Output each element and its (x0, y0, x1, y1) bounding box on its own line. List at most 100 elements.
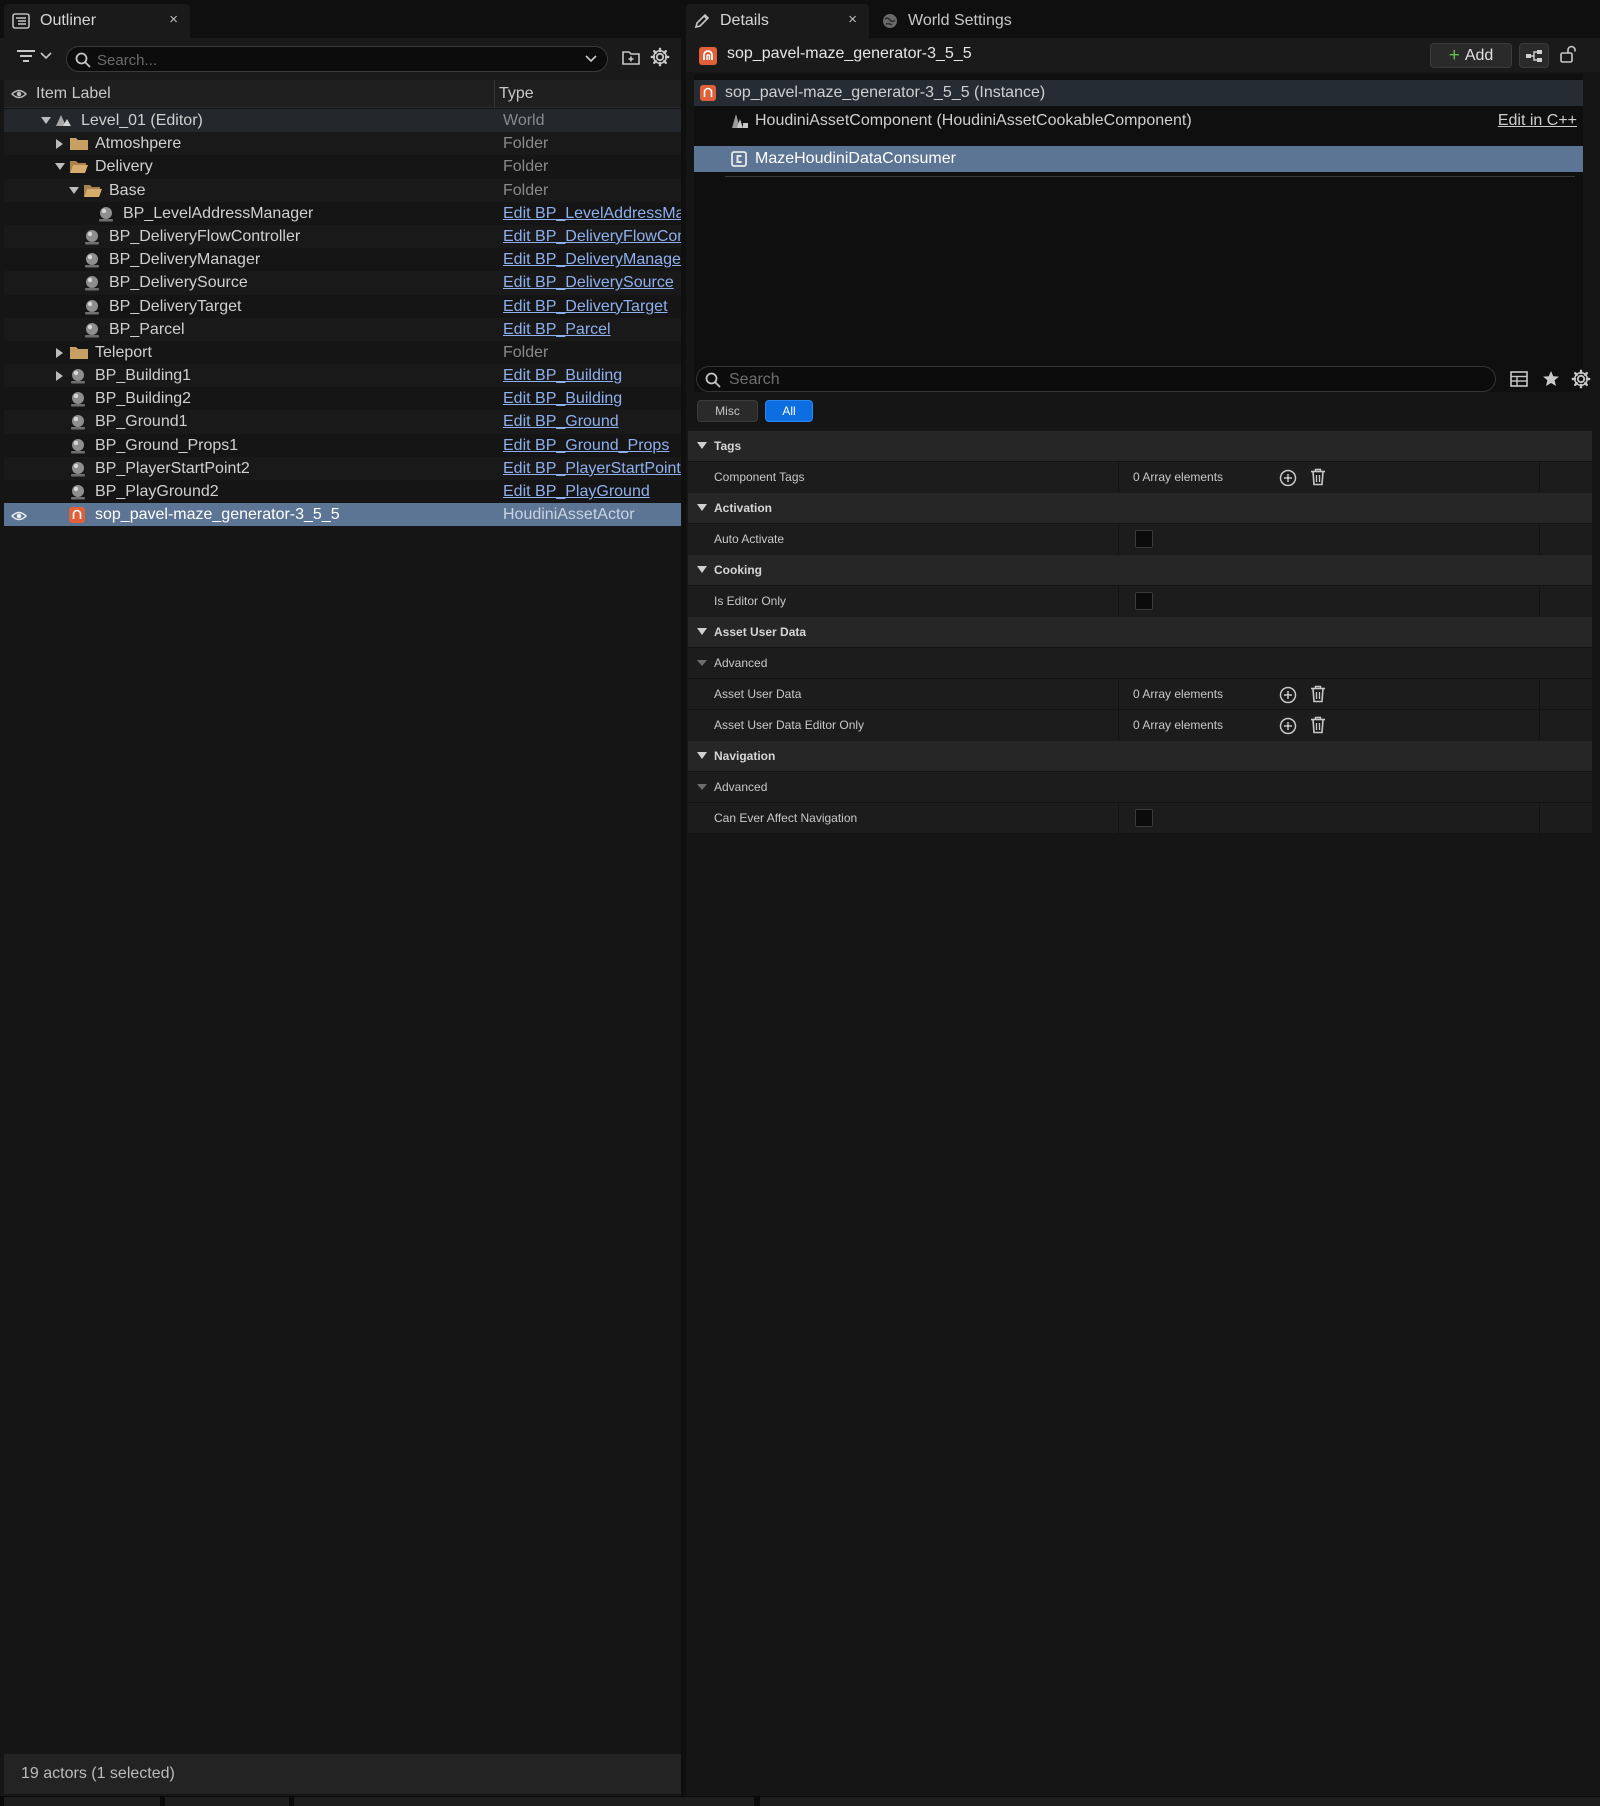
component-consumer-row[interactable]: MazeHoudiniDataConsumer (694, 146, 1583, 172)
actor-icon (97, 206, 115, 222)
gear-icon[interactable] (1571, 369, 1591, 389)
edit-blueprint-link[interactable]: Edit BP_Building (503, 387, 681, 410)
outliner-row[interactable]: BP_Building2 Edit BP_Building (4, 387, 681, 410)
outliner-row[interactable]: BP_LevelAddressManager Edit BP_LevelAddre… (4, 202, 681, 225)
edit-blueprint-link[interactable]: Edit BP_LevelAddressManager (503, 202, 681, 225)
component-instance-row[interactable]: sop_pavel-maze_generator-3_5_5 (Instance… (694, 80, 1583, 106)
add-element-icon[interactable] (1279, 469, 1297, 487)
add-component-button[interactable]: + Add (1430, 43, 1512, 68)
checkbox[interactable] (1135, 592, 1153, 610)
search-input[interactable] (95, 47, 559, 73)
expand-down-icon[interactable] (697, 566, 707, 574)
expand-down-icon[interactable] (697, 660, 707, 667)
chevron-down-icon[interactable] (585, 55, 597, 63)
column-divider[interactable] (494, 80, 495, 108)
gear-icon[interactable] (650, 47, 670, 67)
outliner-row[interactable]: BP_DeliveryTarget Edit BP_DeliveryTarget (4, 295, 681, 318)
details-search-input[interactable] (727, 367, 1471, 393)
column-splitter[interactable] (1118, 803, 1119, 834)
outliner-row[interactable]: Teleport Folder (4, 341, 681, 364)
column-item-label[interactable]: Item Label (36, 85, 111, 103)
blueprint-button[interactable] (1519, 43, 1549, 68)
expand-down-icon[interactable] (697, 504, 707, 512)
expand-right-icon[interactable] (56, 139, 64, 150)
eye-icon[interactable] (11, 510, 27, 522)
star-icon[interactable] (1542, 370, 1560, 387)
pencil-icon (694, 13, 710, 29)
outliner-row[interactable]: BP_Ground_Props1 Edit BP_Ground_Props (4, 434, 681, 457)
edit-blueprint-link[interactable]: Edit BP_DeliverySource (503, 271, 681, 294)
edit-blueprint-link[interactable]: Edit BP_PlayGround (503, 480, 681, 503)
unlock-icon[interactable] (1560, 45, 1576, 63)
add-element-icon[interactable] (1279, 717, 1297, 735)
close-icon[interactable]: × (169, 11, 178, 28)
column-splitter[interactable] (1118, 586, 1119, 617)
expand-down-icon[interactable] (697, 752, 707, 760)
outliner-row[interactable]: BP_Ground1 Edit BP_Ground (4, 410, 681, 434)
expand-down-icon[interactable] (697, 442, 707, 450)
outliner-row[interactable]: BP_Building1 Edit BP_Building (4, 364, 681, 388)
column-splitter[interactable] (1118, 679, 1119, 710)
column-splitter[interactable] (1118, 710, 1119, 741)
expand-down-icon[interactable] (55, 163, 65, 171)
outliner-row[interactable]: Base Folder (4, 178, 681, 202)
outliner-row[interactable]: sop_pavel-maze_generator-3_5_5 HoudiniAss… (4, 503, 681, 527)
filter-misc-button[interactable]: Misc (697, 400, 758, 422)
expand-right-icon[interactable] (56, 347, 64, 358)
category-activation[interactable]: Activation (688, 492, 1592, 523)
outliner-row[interactable]: BP_PlayerStartPoint2 Edit BP_PlayerStartP… (4, 456, 681, 480)
tab-world-settings[interactable]: World Settings (874, 4, 1054, 38)
advanced-section[interactable]: Advanced (688, 647, 1592, 678)
edit-blueprint-link[interactable]: Edit BP_PlayerStartPoint (503, 457, 681, 480)
filter-all-button[interactable]: All (765, 400, 813, 422)
eye-icon[interactable] (11, 88, 27, 100)
outliner-search[interactable] (66, 46, 608, 73)
expand-down-icon[interactable] (697, 784, 707, 791)
outliner-row[interactable]: BP_DeliveryFlowController Edit BP_Deliver… (4, 224, 681, 249)
filter-button[interactable] (16, 48, 52, 64)
edit-blueprint-link[interactable]: Edit BP_DeliveryFlowController (503, 225, 681, 248)
column-splitter[interactable] (1118, 524, 1119, 555)
advanced-section[interactable]: Advanced (688, 771, 1592, 802)
checkbox[interactable] (1135, 530, 1153, 548)
outliner-row[interactable]: BP_Parcel Edit BP_Parcel (4, 317, 681, 341)
expand-down-icon[interactable] (41, 117, 51, 125)
outliner-column-header: Item Label Type (4, 80, 681, 108)
table-view-icon[interactable] (1510, 371, 1528, 387)
close-icon[interactable]: × (848, 11, 857, 28)
component-houdini-row[interactable]: HoudiniAssetComponent (HoudiniAssetCooka… (694, 108, 1583, 134)
category-tags[interactable]: Tags (688, 430, 1592, 461)
column-splitter[interactable] (1118, 462, 1119, 493)
edit-blueprint-link[interactable]: Edit BP_Parcel (503, 318, 681, 341)
column-type[interactable]: Type (499, 85, 534, 103)
outliner-row[interactable]: BP_DeliveryManager Edit BP_DeliveryManage… (4, 248, 681, 271)
trash-icon[interactable] (1310, 468, 1326, 486)
add-element-icon[interactable] (1279, 686, 1297, 704)
outliner-row[interactable]: BP_PlayGround2 Edit BP_PlayGround (4, 480, 681, 503)
edit-blueprint-link[interactable]: Edit BP_Building (503, 364, 681, 387)
expand-right-icon[interactable] (56, 371, 64, 382)
edit-blueprint-link[interactable]: Edit BP_DeliveryManager (503, 248, 681, 271)
trash-icon[interactable] (1310, 716, 1326, 734)
category-cooking[interactable]: Cooking (688, 554, 1592, 585)
edit-blueprint-link[interactable]: Edit BP_Ground_Props (503, 434, 681, 457)
category-navigation[interactable]: Navigation (688, 740, 1592, 771)
edit-blueprint-link[interactable]: Edit BP_Ground (503, 410, 681, 433)
trash-icon[interactable] (1310, 685, 1326, 703)
expand-down-icon[interactable] (69, 186, 79, 195)
outliner-row[interactable]: Delivery Folder (4, 155, 681, 178)
details-search[interactable] (696, 366, 1496, 393)
outliner-row[interactable]: BP_DeliverySource Edit BP_DeliverySource (4, 271, 681, 295)
chevron-down-icon (40, 52, 52, 60)
outliner-row[interactable]: Atmoshpere Folder (4, 132, 681, 156)
checkbox[interactable] (1135, 809, 1153, 827)
tab-outliner[interactable]: Outliner × (4, 4, 190, 38)
outliner-row-type: Folder (503, 135, 549, 153)
edit-blueprint-link[interactable]: Edit BP_DeliveryTarget (503, 295, 681, 318)
outliner-row[interactable]: Level_01 (Editor) World (4, 109, 681, 133)
tab-details[interactable]: Details × (686, 4, 869, 38)
expand-down-icon[interactable] (697, 628, 707, 636)
add-folder-icon[interactable] (622, 49, 640, 65)
category-asset-user-data[interactable]: Asset User Data (688, 616, 1592, 647)
edit-in-cpp-link[interactable]: Edit in C++ (1498, 108, 1577, 134)
